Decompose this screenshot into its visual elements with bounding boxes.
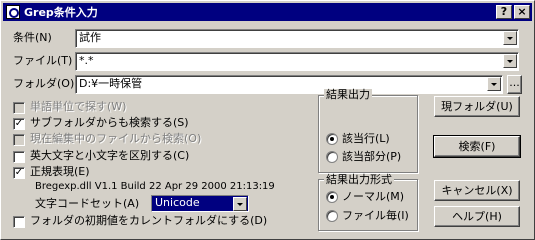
format-normal-radio[interactable] [326,191,338,203]
case-label: 英大文字と小文字を区別する(C) [30,149,190,162]
word-unit-label: 単語単位で探す(W) [30,100,127,113]
title-bar[interactable]: Grep条件入力 ? × [3,3,532,21]
cancel-button[interactable]: キャンセル(X) [434,180,520,201]
result-output-title: 結果出力 [324,88,372,101]
file-label: ファイル(T) [13,54,73,67]
current-folder-button[interactable]: 現フォルダ(U) [434,96,520,117]
subfolder-checkbox[interactable]: ✓ [13,118,25,130]
help-title-button[interactable]: ? [496,5,512,19]
grep-dialog: Grep条件入力 ? × 条件(N) 試作 ファイル(T) *.* フォルダ(O… [0,0,535,240]
regex-library-info: Bregexp.dll V1.1 Build 22 Apr 29 2000 21… [35,181,275,192]
regex-label: 正規表現(E) [30,165,90,178]
file-input[interactable]: *.* [75,52,519,71]
close-button[interactable]: × [514,5,530,19]
current-file-label: 現在編集中のファイルから検索(O) [30,132,202,145]
search-button[interactable]: 検索(F) [433,135,521,158]
format-normal-label: ノーマル(M) [342,190,405,203]
subfolder-label: サブフォルダからも検索する(S) [30,116,189,129]
result-format-title: 結果出力形式 [324,173,394,186]
folder-input[interactable]: D:¥一時保管 [75,75,503,94]
regex-checkbox[interactable]: ✓ [13,167,25,179]
file-dropdown-icon[interactable] [503,54,517,68]
result-format-group [318,179,418,231]
case-checkbox[interactable] [13,151,25,163]
folder-dropdown-icon[interactable] [487,77,501,91]
result-part-label: 該当部分(P) [342,150,402,163]
init-folder-checkbox[interactable] [13,216,25,228]
result-line-radio[interactable] [326,133,338,145]
help-button[interactable]: ヘルプ(H) [434,206,520,227]
app-icon [6,5,20,19]
current-file-checkbox[interactable] [13,134,25,146]
format-perfile-label: ファイル毎(I) [342,209,409,222]
word-unit-checkbox[interactable] [13,102,25,114]
init-folder-label: フォルダの初期値をカレントフォルダにする(D) [30,214,268,227]
condition-label: 条件(N) [13,31,52,44]
folder-label: フォルダ(O) [13,77,75,90]
condition-dropdown-icon[interactable] [503,31,517,45]
condition-input[interactable]: 試作 [75,29,519,48]
window-title: Grep条件入力 [24,6,98,19]
result-line-label: 該当行(L) [342,132,390,145]
charset-dropdown-icon[interactable] [233,197,247,211]
format-perfile-radio[interactable] [326,210,338,222]
browse-button[interactable]: ... [507,75,522,94]
charset-label: 文字コードセット(A) [35,197,140,210]
result-part-radio[interactable] [326,151,338,163]
